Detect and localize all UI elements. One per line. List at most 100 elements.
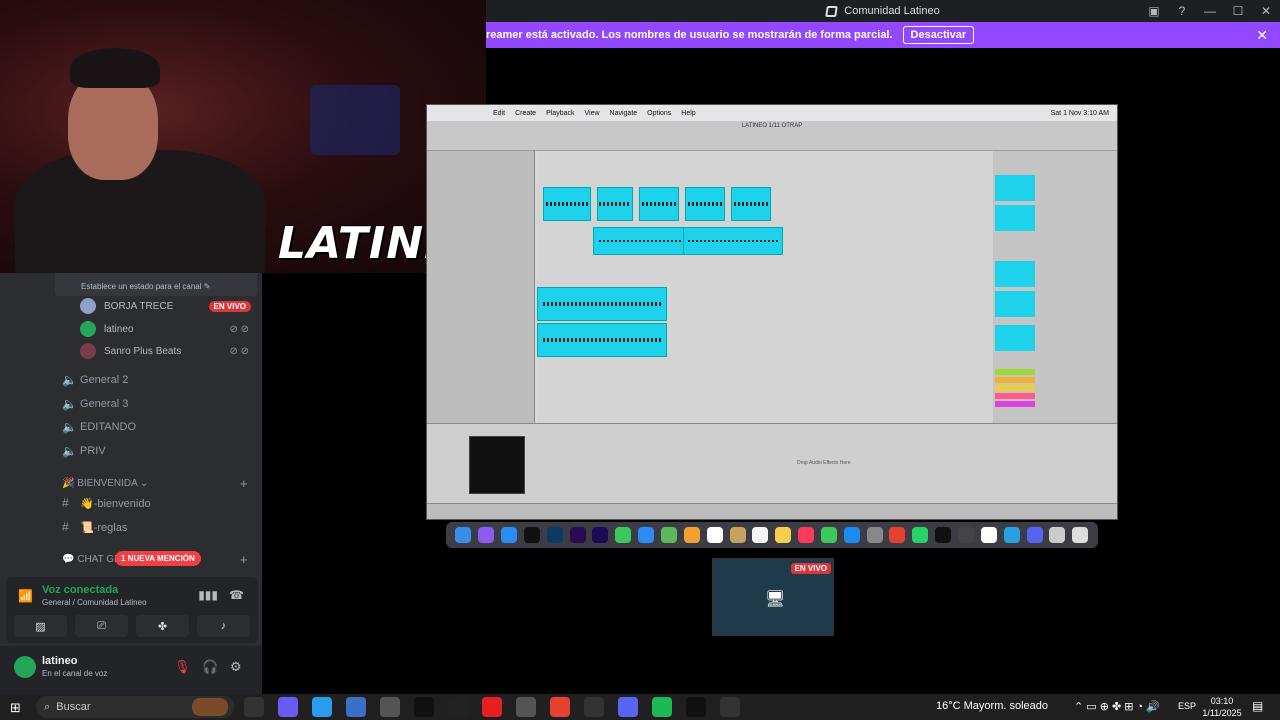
audio-clip [731,187,771,221]
voice-user-name: latineo [104,323,134,335]
category-label: BIENVENIDA [77,478,138,489]
stream-preview[interactable]: EN VIVO 🖥 [712,558,834,636]
settings-gear-icon[interactable]: ⚙ [230,659,242,675]
music-icon [798,527,815,543]
mail-icon[interactable] [380,697,400,717]
close-button[interactable]: ✕ [1252,4,1280,18]
messages-icon [615,527,632,543]
capcut-icon [935,527,952,543]
group-track [995,393,1035,399]
voice-channel-status-row[interactable]: Establece un estado para el canal ✎ [55,272,257,296]
weather-widget[interactable]: 16°C Mayorm. soleado [936,700,1048,712]
menu-item: Playback [546,109,575,117]
speaker-icon: 🔈 [62,420,77,434]
user-status: En el canal de voz [42,669,108,678]
new-mention-badge[interactable]: 1 NUEVA MENCIÓN [115,551,201,566]
user-name[interactable]: latineo [42,655,77,667]
system-tray[interactable]: ⌃ ▭ ⊕ ✤ ⊞ ◔ 🔊 [1074,700,1160,713]
capcut-icon[interactable] [448,697,468,717]
youtube-icon[interactable] [482,697,502,717]
system-settings-icon [866,527,883,543]
activities-button[interactable]: ✤ [136,615,189,637]
voice-user-row[interactable]: latineo ⊘ ⊘ [80,319,255,339]
voice-user-name: Sanro Plus Beats [104,345,182,357]
trash-icon [1072,527,1089,543]
add-channel-icon[interactable]: + [240,476,248,491]
telegram-icon [1003,527,1020,543]
clock-date: 1/11/2025 [1202,708,1242,718]
help-icon[interactable]: ? [1168,4,1196,18]
notification-icon[interactable]: ▤ [1252,699,1263,713]
screen-share-button[interactable]: ⎚ [75,615,128,637]
instrument-pad [469,436,525,494]
add-channel-icon[interactable]: + [240,552,248,567]
soundboard-icon: ♪ [220,620,227,632]
spotify-icon[interactable] [652,697,672,717]
channel-reglas[interactable]: # 📜-reglas [62,517,127,537]
tiktok-icon[interactable] [414,697,434,717]
inbox-icon[interactable]: ▣ [1140,4,1168,18]
deactivate-button[interactable]: Desactivar [902,26,975,44]
obs-icon [957,527,974,543]
edge-icon[interactable] [312,697,332,717]
hash-icon: # [62,520,69,534]
chrome-icon[interactable] [550,697,570,717]
live-badge: EN VIVO [208,300,251,312]
user-panel: latineo En el canal de voz 🎙 🎧 ⚙ [0,646,262,694]
banner-close-icon[interactable]: ✕ [1256,27,1268,44]
camera-off-button[interactable]: ▨ [14,615,67,637]
audio-clip [639,187,679,221]
app-icon[interactable] [720,697,740,717]
channel-general-3[interactable]: 🔈 General 3 [62,394,128,414]
minimize-button[interactable]: — [1196,4,1224,18]
copilot-icon[interactable] [278,697,298,717]
language-indicator[interactable]: ESP [1178,701,1196,711]
category-bienvenida[interactable]: 🎉 BIENVENIDA ⌄ + [62,476,248,491]
safari-icon [501,527,518,543]
deafen-icon[interactable]: 🎧 [202,659,218,675]
voice-connected-title[interactable]: Voz conectada [42,584,118,596]
device-view: Drop Audio Effects Here [427,423,1117,503]
store-icon[interactable] [346,697,366,717]
voice-user-row[interactable]: BORJA TRECE EN VIVO [80,296,255,316]
launchpad-icon [478,527,495,543]
channel-general-2[interactable]: 🔈 General 2 [62,370,128,390]
app-logo-icon [825,5,839,17]
search-placeholder: Buscar [56,701,91,713]
menu-item: Options [647,109,672,117]
mic-muted-icon[interactable]: 🎙 [174,659,191,675]
maps-icon [661,527,678,543]
voice-user-row[interactable]: Sanro Plus Beats ⊘ ⊘ [80,341,255,361]
mixer-panel [993,151,1117,423]
avatar[interactable] [14,656,36,678]
channel-priv[interactable]: 🔈 PRIV [62,441,106,461]
maximize-button[interactable]: ☐ [1224,4,1252,18]
category-chat[interactable]: 💬 CHAT GE + [62,552,248,567]
channel-bienvenido[interactable]: # 👋-bienvenido [62,493,151,513]
avatar [80,298,96,314]
stream-view[interactable]: Edit Create Playback View Navigate Optio… [426,104,1118,520]
app-icon[interactable] [516,697,536,717]
numbers-icon [820,527,837,543]
webcam-overlay: LATINEO [0,0,486,273]
obs-icon[interactable] [584,697,604,717]
disconnect-icon[interactable]: ☎ [229,588,244,602]
discord-icon [1026,527,1043,543]
pencil-icon[interactable]: ✎ [204,282,211,291]
task-view-icon[interactable] [244,697,264,717]
start-icon[interactable]: ⊞ [10,700,21,716]
channel-label: EDITANDO [80,421,137,433]
mixer-track-clip [995,205,1035,231]
screen-share-icon: ⎚ [97,619,106,632]
discord-icon[interactable] [618,697,638,717]
taskbar-search[interactable]: ⌕ Buscar [36,696,234,718]
signal-icon[interactable]: 📶 [18,589,33,603]
app-icon [980,527,997,543]
clock[interactable]: 03:10 1/11/2025 [1200,695,1244,719]
channel-editando[interactable]: 🔈 EDITANDO [62,417,136,437]
audio-clip [537,323,667,357]
noise-suppression-icon[interactable]: ▮▮▮ [198,588,218,602]
soundboard-button[interactable]: ♪ [197,615,250,637]
app-icon[interactable] [686,697,706,717]
clock-time: 03:10 [1210,696,1234,706]
